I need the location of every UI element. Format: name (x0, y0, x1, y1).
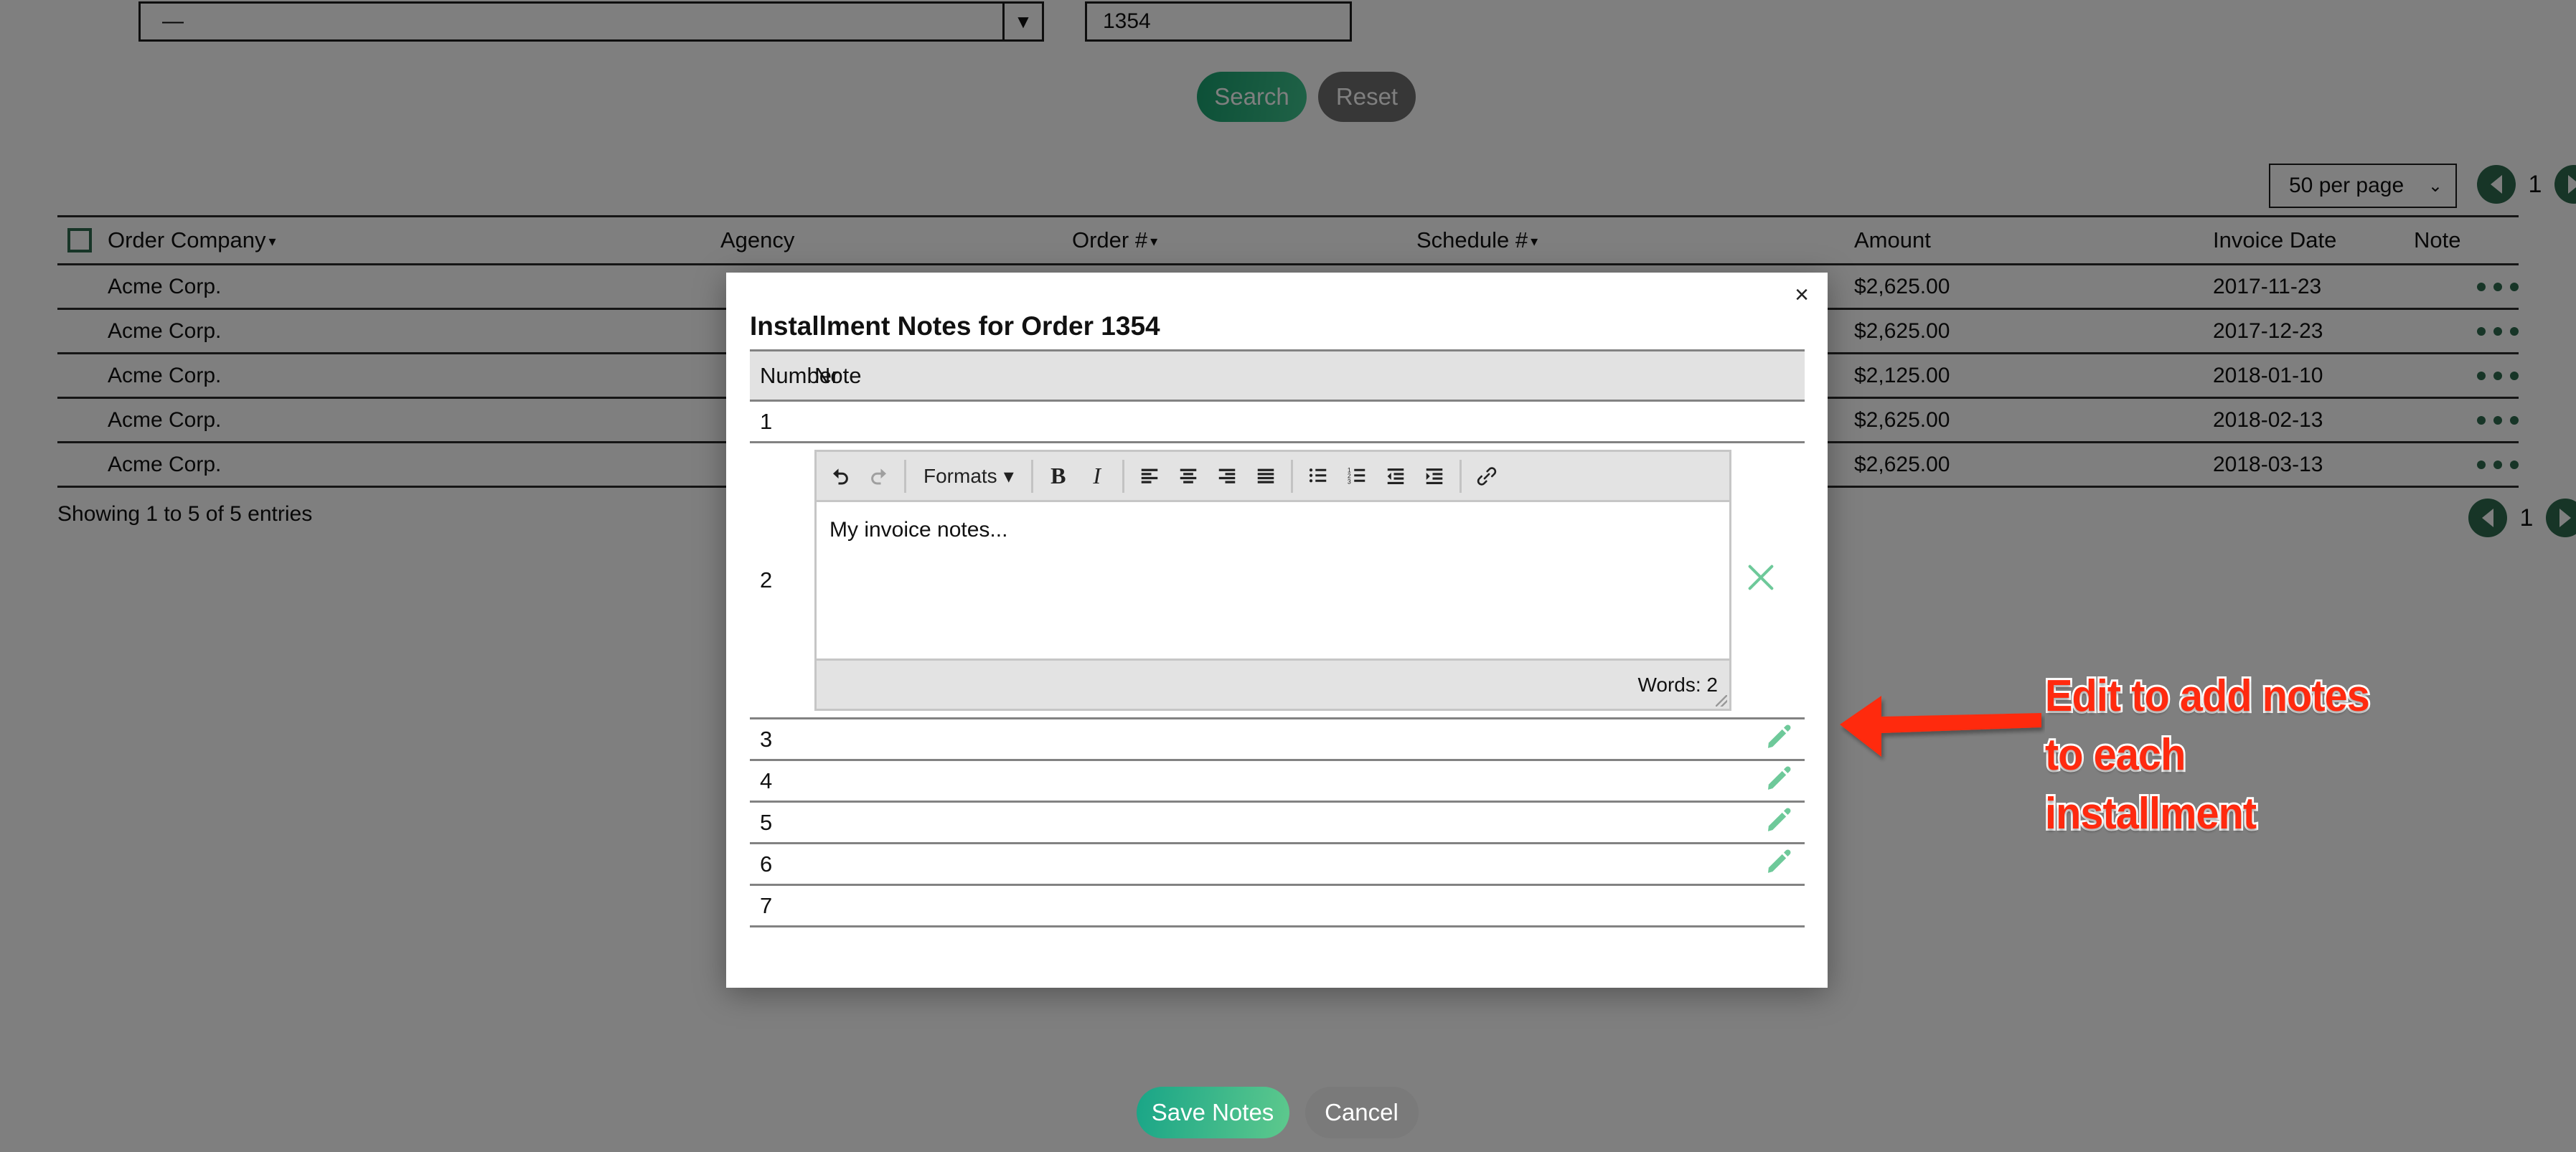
editor-status-bar: Words: 2 (817, 658, 1729, 709)
outdent-icon[interactable] (1376, 457, 1415, 496)
link-icon[interactable] (1467, 457, 1506, 496)
close-icon[interactable]: × (1795, 283, 1809, 307)
toolbar-divider (1122, 460, 1124, 493)
installment-note-cell (814, 402, 1805, 441)
notes-body: 12 Formats ▾ BI 123 My invoice notes... Words:… (750, 402, 1805, 927)
column-header-note: Note (814, 363, 1805, 389)
installment-number: 5 (750, 803, 814, 842)
installment-number: 7 (750, 886, 814, 925)
align-justify-icon[interactable] (1246, 457, 1285, 496)
italic-icon[interactable]: I (1078, 457, 1117, 496)
bold-icon[interactable]: B (1039, 457, 1078, 496)
installment-number: 4 (750, 761, 814, 801)
notes-header-row: Number Note (750, 349, 1805, 402)
installment-note-cell (814, 719, 1805, 759)
align-center-icon[interactable] (1169, 457, 1208, 496)
bullet-list-icon[interactable] (1299, 457, 1338, 496)
edit-note-button[interactable] (1764, 764, 1793, 798)
installment-note-cell (814, 886, 1805, 925)
installment-notes-modal: × Installment Notes for Order 1354 Numbe… (726, 273, 1828, 988)
installment-row: 5 (750, 803, 1805, 844)
annotation-arrow-icon (1837, 681, 2045, 775)
toolbar-divider (1459, 460, 1462, 493)
editor-text: My invoice notes... (829, 518, 1716, 542)
installment-row: 1 (750, 402, 1805, 443)
toolbar-divider (1291, 460, 1293, 493)
formats-dropdown[interactable]: Formats ▾ (912, 457, 1025, 496)
pencil-icon[interactable] (1764, 806, 1793, 834)
modal-footer: Save Notes Cancel (750, 1087, 1805, 1138)
resize-handle-icon[interactable] (1716, 695, 1727, 707)
app-root: — ▼ 1354 Search Reset 50 per page ⌄ 1 (0, 0, 2576, 1152)
installment-note-cell: Formats ▾ BI 123 My invoice notes... Words: 2 (814, 443, 1805, 717)
edit-note-button[interactable] (1764, 847, 1793, 882)
editor-toolbar: Formats ▾ BI 123 (817, 452, 1729, 502)
installment-row: 7 (750, 886, 1805, 927)
formats-label: Formats (923, 465, 997, 488)
installment-number: 2 (750, 443, 814, 717)
pencil-icon[interactable] (1764, 847, 1793, 876)
modal-title: Installment Notes for Order 1354 (750, 311, 1160, 341)
annotation-text: Edit to add notes to each installment (2045, 667, 2392, 843)
toolbar-divider (1031, 460, 1033, 493)
installment-row: 4 (750, 761, 1805, 803)
cancel-button[interactable]: Cancel (1305, 1087, 1419, 1138)
chevron-down-icon: ▾ (1004, 464, 1014, 488)
note-editor-wrapper: Formats ▾ BI 123 My invoice notes... Words: 2 (814, 443, 1793, 718)
edit-note-button[interactable] (1764, 806, 1793, 840)
editor-content-area[interactable]: My invoice notes... (817, 502, 1729, 658)
installment-number: 3 (750, 719, 814, 759)
save-notes-button[interactable]: Save Notes (1137, 1087, 1289, 1138)
rich-text-editor[interactable]: Formats ▾ BI 123 My invoice notes... Words: 2 (814, 450, 1731, 711)
installment-notes-table: Number Note 12 Formats ▾ BI 123 My invoice no… (750, 349, 1805, 927)
column-header-number: Number (750, 363, 814, 389)
undo-icon[interactable] (821, 457, 860, 496)
pencil-icon[interactable] (1764, 722, 1793, 751)
align-right-icon[interactable] (1208, 457, 1246, 496)
edit-note-button[interactable] (1764, 722, 1793, 757)
redo-icon[interactable] (860, 457, 898, 496)
indent-icon[interactable] (1415, 457, 1454, 496)
installment-note-cell (814, 803, 1805, 842)
remove-note-button[interactable] (1744, 561, 1777, 600)
installment-row: 6 (750, 844, 1805, 886)
word-count: Words: 2 (1637, 674, 1718, 697)
remove-note-icon[interactable] (1744, 561, 1777, 594)
toolbar-divider (904, 460, 906, 493)
installment-number: 6 (750, 844, 814, 884)
svg-text:3: 3 (1348, 478, 1351, 485)
numbered-list-icon[interactable]: 123 (1338, 457, 1376, 496)
align-left-icon[interactable] (1130, 457, 1169, 496)
pencil-icon[interactable] (1764, 764, 1793, 793)
installment-note-cell (814, 844, 1805, 884)
installment-number: 1 (750, 402, 814, 441)
installment-row: 2 Formats ▾ BI 123 My invoice notes... Words: … (750, 443, 1805, 719)
installment-note-cell (814, 761, 1805, 801)
installment-row: 3 (750, 719, 1805, 761)
